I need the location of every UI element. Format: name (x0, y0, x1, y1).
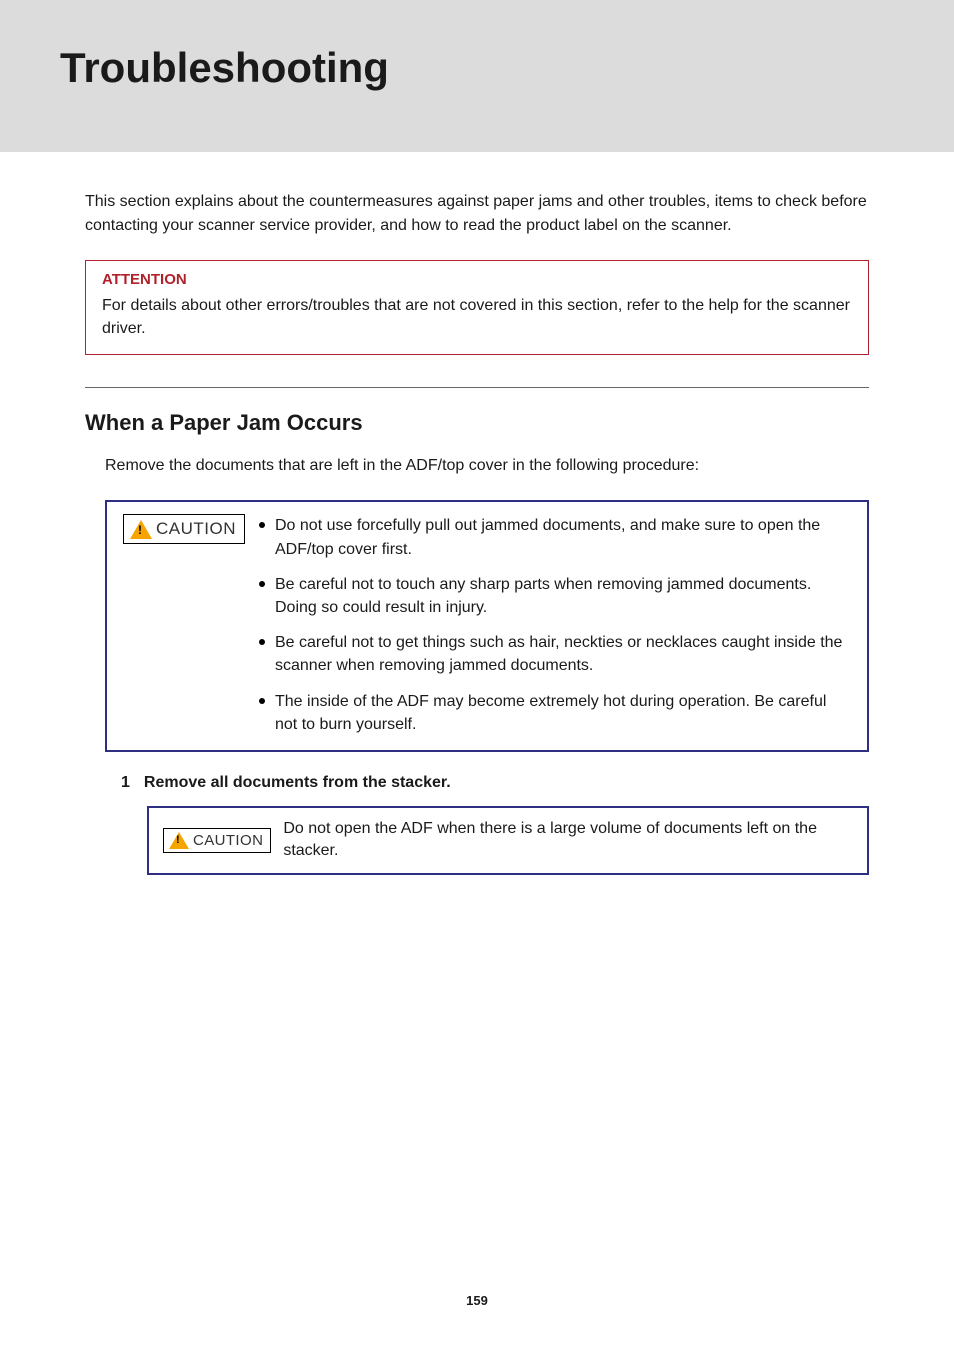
caution-block: CAUTION Do not use forcefully pull out j… (105, 500, 869, 752)
section-intro: Remove the documents that are left in th… (105, 454, 869, 478)
caution-item: Do not use forcefully pull out jammed do… (259, 514, 851, 560)
section-heading: When a Paper Jam Occurs (85, 410, 869, 436)
attention-text: For details about other errors/troubles … (102, 294, 852, 340)
step-caution-text: Do not open the ADF when there is a larg… (283, 818, 853, 863)
caution-item: Be careful not to touch any sharp parts … (259, 573, 851, 619)
page-number: 159 (0, 1293, 954, 1308)
intro-paragraph: This section explains about the counterm… (85, 190, 869, 238)
section-divider (85, 387, 869, 388)
step-number: 1 (121, 774, 130, 792)
caution-item: Be careful not to get things such as hai… (259, 631, 851, 677)
caution-badge: CAUTION (163, 828, 271, 853)
page-title: Troubleshooting (60, 44, 954, 92)
step-row: 1 Remove all documents from the stacker. (121, 774, 869, 792)
page: Troubleshooting This section explains ab… (0, 0, 954, 1350)
caution-row: CAUTION Do not use forcefully pull out j… (123, 514, 851, 736)
caution-badge-label: CAUTION (156, 519, 236, 539)
content-area: This section explains about the counterm… (0, 152, 954, 875)
caution-badge: CAUTION (123, 514, 245, 544)
attention-box: ATTENTION For details about other errors… (85, 260, 869, 355)
caution-item: The inside of the ADF may become extreme… (259, 690, 851, 736)
warning-triangle-icon (169, 832, 189, 849)
warning-triangle-icon (130, 520, 152, 539)
step-caution-block: CAUTION Do not open the ADF when there i… (147, 806, 869, 875)
caution-badge-label: CAUTION (193, 832, 263, 849)
caution-list: Do not use forcefully pull out jammed do… (259, 514, 851, 736)
attention-label: ATTENTION (102, 271, 852, 288)
step-text: Remove all documents from the stacker. (144, 774, 451, 792)
header-band: Troubleshooting (0, 0, 954, 152)
